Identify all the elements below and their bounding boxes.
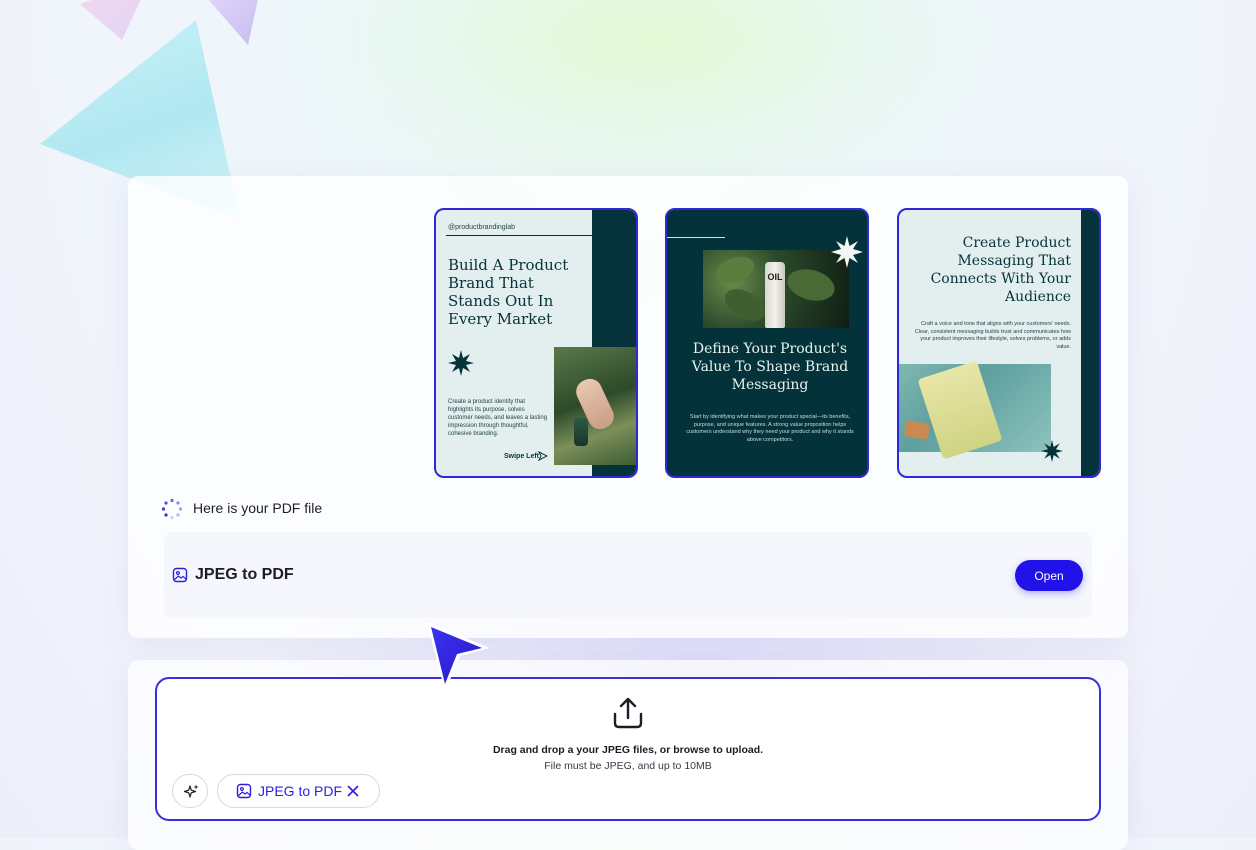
cursor-arrow-icon xyxy=(427,622,490,692)
decorative-pink-shape xyxy=(80,0,150,40)
preview-card-1[interactable]: @productbrandinglab Build A Product Bran… xyxy=(434,208,638,478)
image-icon xyxy=(236,783,252,799)
photo-dropper-bottle xyxy=(574,418,588,446)
dropzone-subtitle: File must be JPEG, and up to 10MB xyxy=(544,760,712,772)
file-result-row xyxy=(164,532,1092,618)
tool-chip-label: JPEG to PDF xyxy=(258,783,343,799)
sparkle-icon xyxy=(183,784,199,798)
preview-card-3[interactable]: Create Product Messaging That Connects W… xyxy=(897,208,1101,478)
decorative-violet-shape xyxy=(200,0,260,45)
card-title: Define Your Product's Value To Shape Bra… xyxy=(691,341,849,393)
starburst-icon xyxy=(831,236,863,268)
starburst-icon xyxy=(448,350,474,376)
file-name: JPEG to PDF xyxy=(195,566,294,583)
status-message: Here is your PDF file xyxy=(193,500,323,516)
send-arrow-icon xyxy=(538,451,548,461)
card-divider xyxy=(667,237,725,238)
dropzone-title: Drag and drop a your JPEG files, or brow… xyxy=(492,744,764,756)
card-title: Create Product Messaging That Connects W… xyxy=(930,235,1071,305)
starburst-icon xyxy=(1041,440,1063,462)
card-title: Build A Product Brand That Stands Out In… xyxy=(448,256,569,328)
magic-button[interactable] xyxy=(172,774,208,808)
swipe-label: Swipe Left xyxy=(504,453,540,460)
open-button[interactable]: Open xyxy=(1015,560,1083,591)
card-side-strip xyxy=(1081,210,1099,476)
upload-icon xyxy=(613,697,643,729)
card-divider xyxy=(446,235,636,236)
card-description: Start by identifying what makes your pro… xyxy=(686,414,854,443)
card-handle: @productbrandinglab xyxy=(448,224,516,231)
image-icon xyxy=(172,567,188,583)
spinner-icon xyxy=(161,498,183,520)
bottle-label: OIL xyxy=(767,272,783,282)
close-icon[interactable] xyxy=(346,784,360,798)
card-description: Craft a voice and tone that aligns with … xyxy=(914,321,1071,350)
card-description: Create a product identity that highlight… xyxy=(448,399,548,437)
preview-card-2[interactable]: OIL Define Your Product's Value To Shape… xyxy=(665,208,869,478)
background-glow-top xyxy=(300,0,1000,200)
